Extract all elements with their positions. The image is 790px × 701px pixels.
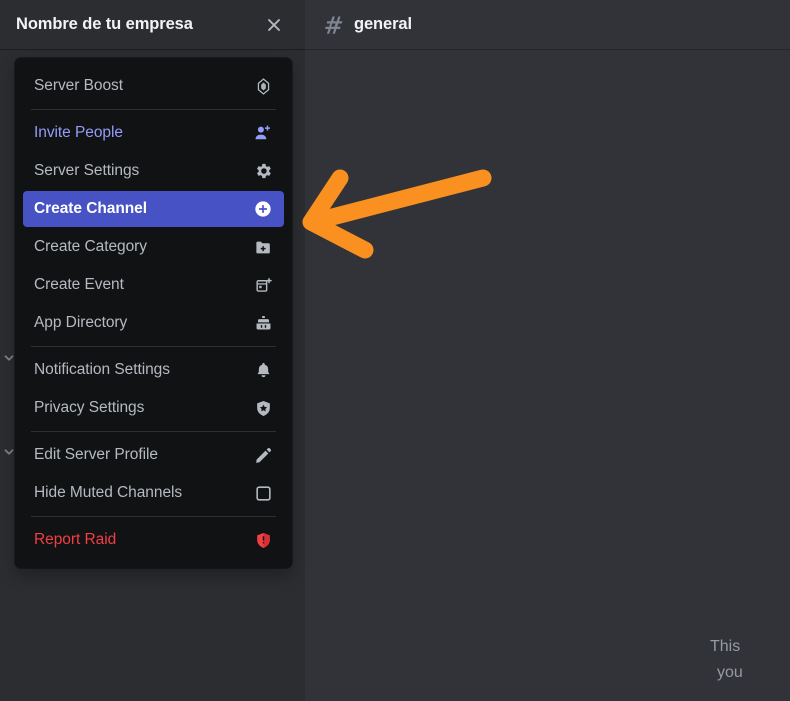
menu-item-label: Invite People [34,124,123,141]
menu-item-label: Edit Server Profile [34,446,158,463]
menu-item-label: Create Event [34,276,124,293]
folder-plus-icon [253,237,273,257]
menu-divider [31,109,276,110]
circle-plus-icon [253,199,273,219]
channel-name-title: general [354,15,412,33]
menu-item-create-channel[interactable]: Create Channel [23,191,284,227]
menu-item-label: Privacy Settings [34,399,145,416]
server-name-title: Nombre de tu empresa [16,15,193,33]
discord-app-window: Nombre de tu empresa general This you Se… [0,0,790,701]
menu-divider [31,431,276,432]
menu-item-report-raid[interactable]: Report Raid [23,522,284,558]
calendar-plus-icon [253,275,273,295]
menu-item-create-event[interactable]: Create Event [23,267,284,303]
menu-item-label: Server Settings [34,162,140,179]
category-collapse-chevron-icon-2[interactable] [2,445,16,459]
menu-item-app-directory[interactable]: App Directory [23,305,284,341]
menu-divider [31,346,276,347]
menu-item-privacy-settings[interactable]: Privacy Settings [23,390,284,426]
menu-item-create-category[interactable]: Create Category [23,229,284,265]
gear-icon [253,161,273,181]
shield-danger-icon [253,530,273,550]
menu-divider [31,516,276,517]
hash-icon [322,13,346,37]
welcome-line-2: you [717,664,743,681]
menu-item-label: Create Channel [34,200,147,217]
bell-icon [253,360,273,380]
welcome-message-clipped: This you [710,634,790,686]
shield-star-icon [253,398,273,418]
menu-item-invite-people[interactable]: Invite People [23,115,284,151]
person-add-icon [253,123,273,143]
menu-item-edit-server-profile[interactable]: Edit Server Profile [23,437,284,473]
server-header[interactable]: Nombre de tu empresa [0,0,305,49]
menu-item-server-settings[interactable]: Server Settings [23,153,284,189]
menu-item-label: Hide Muted Channels [34,484,183,501]
main-content-area: general This you [305,0,790,701]
menu-item-label: Server Boost [34,77,123,94]
boost-gem-icon [253,76,273,96]
channel-header: general [305,0,790,49]
robot-icon [253,313,273,333]
checkbox-empty-icon[interactable] [253,483,273,503]
menu-item-server-boost[interactable]: Server Boost [23,68,284,104]
menu-item-label: Create Category [34,238,147,255]
menu-item-label: Report Raid [34,531,117,548]
menu-item-hide-muted-channels[interactable]: Hide Muted Channels [23,475,284,511]
menu-item-label: App Directory [34,314,128,331]
menu-item-notification-settings[interactable]: Notification Settings [23,352,284,388]
menu-item-label: Notification Settings [34,361,170,378]
server-dropdown-menu: Server Boost Invite People Server Settin… [15,58,292,568]
welcome-line-1: This [710,638,741,655]
category-collapse-chevron-icon[interactable] [2,351,16,365]
pencil-icon [253,445,273,465]
close-icon[interactable] [263,14,285,36]
